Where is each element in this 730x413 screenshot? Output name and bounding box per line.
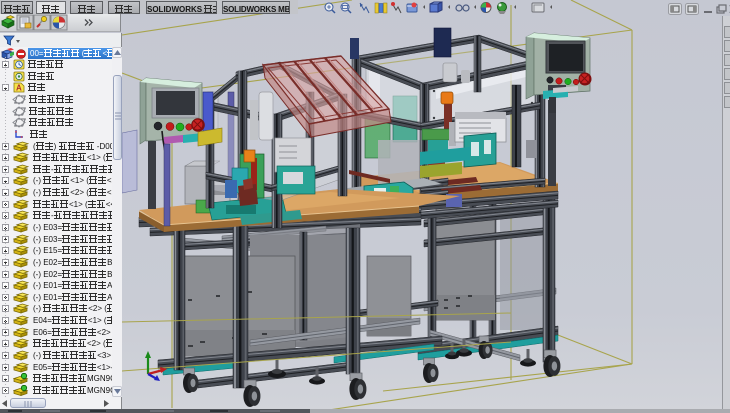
svg-text:A: A (16, 84, 22, 93)
